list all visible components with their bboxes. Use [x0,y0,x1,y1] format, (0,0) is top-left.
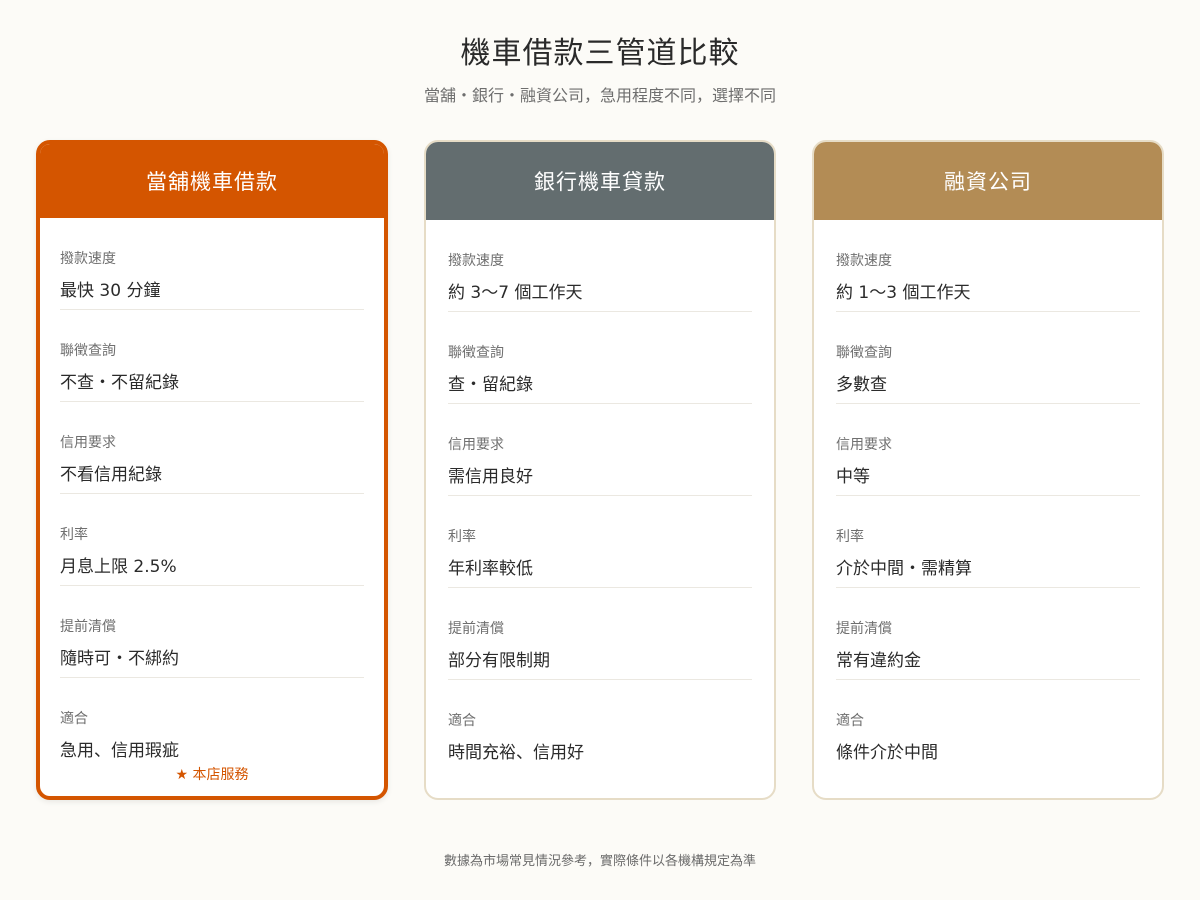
row-value: 需信用良好 [448,467,533,487]
comparison-cards: 當舖機車借款 撥款速度 最快 30 分鐘 聯徵查詢 不查・不留紀錄 信用要求 不… [36,140,1164,800]
row-label: 適合 [836,713,864,729]
card-header: 銀行機車貸款 [426,142,774,220]
row-value: 最快 30 分鐘 [60,281,161,301]
row-early-repayment: 提前清償 常有違約金 [836,588,1140,680]
row-value: 不查・不留紀錄 [60,373,179,393]
row-credit-inquiry: 聯徵查詢 多數查 [836,312,1140,404]
row-label: 信用要求 [836,437,892,453]
row-label: 聯徵查詢 [448,345,504,361]
row-early-repayment: 提前清償 部分有限制期 [448,588,752,680]
store-service-badge: ★ 本店服務 [175,767,249,783]
row-value: 約 3～7 個工作天 [448,283,583,303]
card-body: 撥款速度 最快 30 分鐘 聯徵查詢 不查・不留紀錄 信用要求 不看信用紀錄 利… [40,218,384,770]
row-label: 聯徵查詢 [836,345,892,361]
page-subtitle: 當舖・銀行・融資公司，急用程度不同，選擇不同 [423,86,776,105]
row-credit-requirement: 信用要求 中等 [836,404,1140,496]
row-suitable-for: 適合 急用、信用瑕疵 [60,678,364,770]
row-label: 提前清償 [836,621,892,637]
row-value: 介於中間・需精算 [836,559,972,579]
row-credit-inquiry: 聯徵查詢 不查・不留紀錄 [60,310,364,402]
row-label: 撥款速度 [60,251,116,267]
row-label: 提前清償 [448,621,504,637]
row-label: 利率 [836,529,864,545]
row-interest-rate: 利率 月息上限 2.5% [60,494,364,586]
row-value: 條件介於中間 [836,743,938,763]
card-header: 融資公司 [814,142,1162,220]
row-value: 時間充裕、信用好 [448,743,584,763]
page-title: 機車借款三管道比較 [460,36,740,71]
row-value: 部分有限制期 [448,651,550,671]
row-interest-rate: 利率 介於中間・需精算 [836,496,1140,588]
row-early-repayment: 提前清償 隨時可・不綁約 [60,586,364,678]
row-label: 適合 [448,713,476,729]
row-speed: 撥款速度 最快 30 分鐘 [60,218,364,310]
footer-note: 數據為市場常見情況參考，實際條件以各機構規定為準 [443,854,756,869]
card-header: 當舖機車借款 [40,144,384,218]
row-speed: 撥款速度 約 3～7 個工作天 [448,220,752,312]
row-value: 查・留紀錄 [448,375,533,395]
card-bank: 銀行機車貸款 撥款速度 約 3～7 個工作天 聯徵查詢 查・留紀錄 信用要求 需… [424,140,776,800]
row-value: 常有違約金 [836,651,921,671]
row-interest-rate: 利率 年利率較低 [448,496,752,588]
row-label: 利率 [448,529,476,545]
row-value: 約 1～3 個工作天 [836,283,971,303]
row-value: 隨時可・不綁約 [60,649,179,669]
row-speed: 撥款速度 約 1～3 個工作天 [836,220,1140,312]
row-label: 利率 [60,527,88,543]
row-value: 多數查 [836,375,887,395]
row-suitable-for: 適合 時間充裕、信用好 [448,680,752,772]
row-credit-requirement: 信用要求 需信用良好 [448,404,752,496]
card-finance-company: 融資公司 撥款速度 約 1～3 個工作天 聯徵查詢 多數查 信用要求 中等 利率… [812,140,1164,800]
row-label: 信用要求 [448,437,504,453]
row-suitable-for: 適合 條件介於中間 [836,680,1140,772]
row-label: 撥款速度 [448,253,504,269]
card-body: 撥款速度 約 3～7 個工作天 聯徵查詢 查・留紀錄 信用要求 需信用良好 利率… [426,220,774,772]
card-pawnshop: 當舖機車借款 撥款速度 最快 30 分鐘 聯徵查詢 不查・不留紀錄 信用要求 不… [36,140,388,800]
row-value: 月息上限 2.5% [60,557,177,577]
row-credit-requirement: 信用要求 不看信用紀錄 [60,402,364,494]
row-label: 信用要求 [60,435,116,451]
row-value: 不看信用紀錄 [60,465,162,485]
row-value: 年利率較低 [448,559,533,579]
row-value: 急用、信用瑕疵 [60,741,179,761]
row-value: 中等 [836,467,870,487]
card-body: 撥款速度 約 1～3 個工作天 聯徵查詢 多數查 信用要求 中等 利率 介於中間… [814,220,1162,772]
row-label: 撥款速度 [836,253,892,269]
row-label: 適合 [60,711,88,727]
row-label: 聯徵查詢 [60,343,116,359]
row-label: 提前清償 [60,619,116,635]
row-credit-inquiry: 聯徵查詢 查・留紀錄 [448,312,752,404]
